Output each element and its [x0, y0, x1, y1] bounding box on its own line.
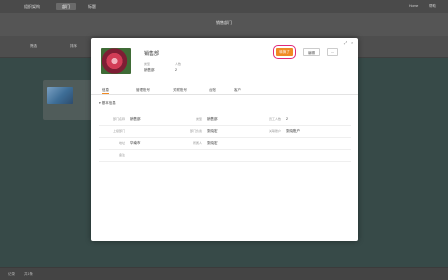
- info-row: 部门名称 销售部 类型 销售部 员工人数 2: [99, 114, 351, 126]
- footer-count: 共1条: [24, 272, 33, 276]
- department-detail-modal: ⤢ × 销售部 类型 销售部 人数 2 转换了 编辑 ··· 信息 管理账号 关…: [91, 38, 358, 241]
- section-title: 基本信息: [101, 101, 116, 105]
- department-name: 销售部: [144, 51, 160, 57]
- more-button[interactable]: ···: [327, 48, 338, 56]
- info-row: 备注: [99, 150, 351, 162]
- section-basic-info[interactable]: ▾ 基本信息: [99, 101, 116, 106]
- tab-info[interactable]: 信息: [102, 87, 109, 94]
- field-value: 张晓账户: [286, 129, 300, 133]
- tab-customers[interactable]: 客户: [234, 87, 241, 93]
- meta-type-label: 类型: [144, 62, 151, 66]
- app-top-bar: 组织架构 部门 标题 Home 帮助: [0, 0, 448, 13]
- convert-button[interactable]: 转换了: [276, 48, 293, 56]
- department-image: [101, 48, 131, 74]
- filter-button[interactable]: 筛选: [30, 44, 37, 49]
- field-value: 2: [286, 117, 288, 121]
- field-label: 类型: [195, 117, 202, 121]
- field-label: 地址: [118, 141, 125, 145]
- field-label: 所属人: [192, 141, 202, 145]
- expand-icon[interactable]: ⤢: [344, 40, 347, 45]
- top-tab-title[interactable]: 标题: [82, 3, 102, 10]
- field-label: 员工人数: [268, 117, 281, 121]
- footer-records: 记录: [8, 272, 15, 276]
- tab-managed-accounts[interactable]: 管理账号: [136, 87, 150, 93]
- field-value: 张晓宏: [207, 129, 218, 133]
- tab-linked-accounts[interactable]: 关联账号: [173, 87, 187, 93]
- edit-button[interactable]: 编辑: [303, 48, 320, 56]
- field-label: 上级部门: [112, 129, 125, 133]
- status-footer: 记录 共1条: [0, 267, 448, 280]
- field-value: 销售部: [130, 117, 141, 121]
- field-label: 备注: [118, 153, 125, 157]
- field-label: 部门负责: [189, 129, 202, 133]
- field-label: 关联账户: [268, 129, 281, 133]
- close-icon[interactable]: ×: [351, 40, 353, 45]
- sort-button[interactable]: 排序: [70, 44, 77, 49]
- field-value: 销售部: [207, 117, 218, 121]
- info-row: 上级部门 部门负责 张晓宏 关联账户 张晓账户: [99, 126, 351, 138]
- page-header: 销售部门: [0, 13, 448, 36]
- department-card-thumbnail: [47, 87, 73, 104]
- field-value: 张晓宏: [207, 141, 218, 145]
- detail-tabs: 信息 管理账号 关联账号 台账 客户: [91, 86, 358, 95]
- field-label: 部门名称: [112, 117, 125, 121]
- tab-ledger[interactable]: 台账: [209, 87, 216, 93]
- top-link-home[interactable]: Home: [409, 3, 418, 10]
- meta-count-label: 人数: [175, 62, 182, 66]
- field-value: 华南市: [130, 141, 141, 145]
- meta-count-value: 2: [175, 68, 177, 72]
- top-link-help[interactable]: 帮助: [429, 3, 436, 10]
- info-row: 地址 华南市 所属人 张晓宏: [99, 138, 351, 150]
- meta-type-value: 销售部: [144, 68, 155, 72]
- top-tab-dept[interactable]: 部门: [56, 3, 76, 10]
- top-tab-org[interactable]: 组织架构: [18, 3, 46, 10]
- page-title: 销售部门: [216, 20, 232, 25]
